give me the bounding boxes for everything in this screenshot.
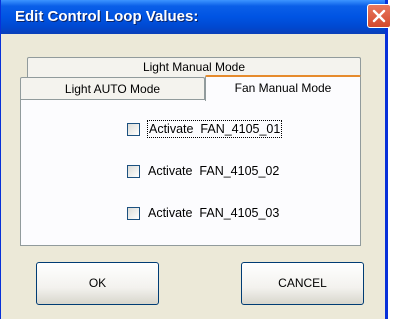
- checkbox[interactable]: [127, 123, 140, 136]
- window-title: Edit Control Loop Values:: [15, 8, 199, 25]
- tab-light-manual-mode[interactable]: Light Manual Mode: [27, 57, 361, 77]
- checkbox[interactable]: [127, 165, 140, 178]
- checkbox-label[interactable]: Activate FAN_4105_02: [147, 163, 280, 179]
- tab-label: Light AUTO Mode: [64, 82, 161, 96]
- dialog-window: Edit Control Loop Values: Light Manual M…: [0, 0, 391, 319]
- cancel-button-label: CANCEL: [278, 276, 327, 290]
- ok-button[interactable]: OK: [36, 262, 159, 305]
- title-bar[interactable]: Edit Control Loop Values:: [1, 0, 391, 34]
- close-icon: [372, 9, 386, 23]
- cancel-button[interactable]: CANCEL: [241, 262, 364, 305]
- tab-light-auto-mode[interactable]: Light AUTO Mode: [20, 77, 205, 99]
- tab-fan-manual-mode[interactable]: Fan Manual Mode: [205, 75, 361, 101]
- checkbox-label[interactable]: Activate FAN_4105_03: [147, 205, 280, 221]
- checkbox-label[interactable]: Activate FAN_4105_01: [147, 120, 283, 138]
- ok-button-label: OK: [88, 276, 107, 290]
- close-button[interactable]: [367, 4, 391, 28]
- tab-label: Light Manual Mode: [142, 60, 246, 74]
- checkbox[interactable]: [127, 207, 140, 220]
- tab-label: Fan Manual Mode: [234, 81, 332, 95]
